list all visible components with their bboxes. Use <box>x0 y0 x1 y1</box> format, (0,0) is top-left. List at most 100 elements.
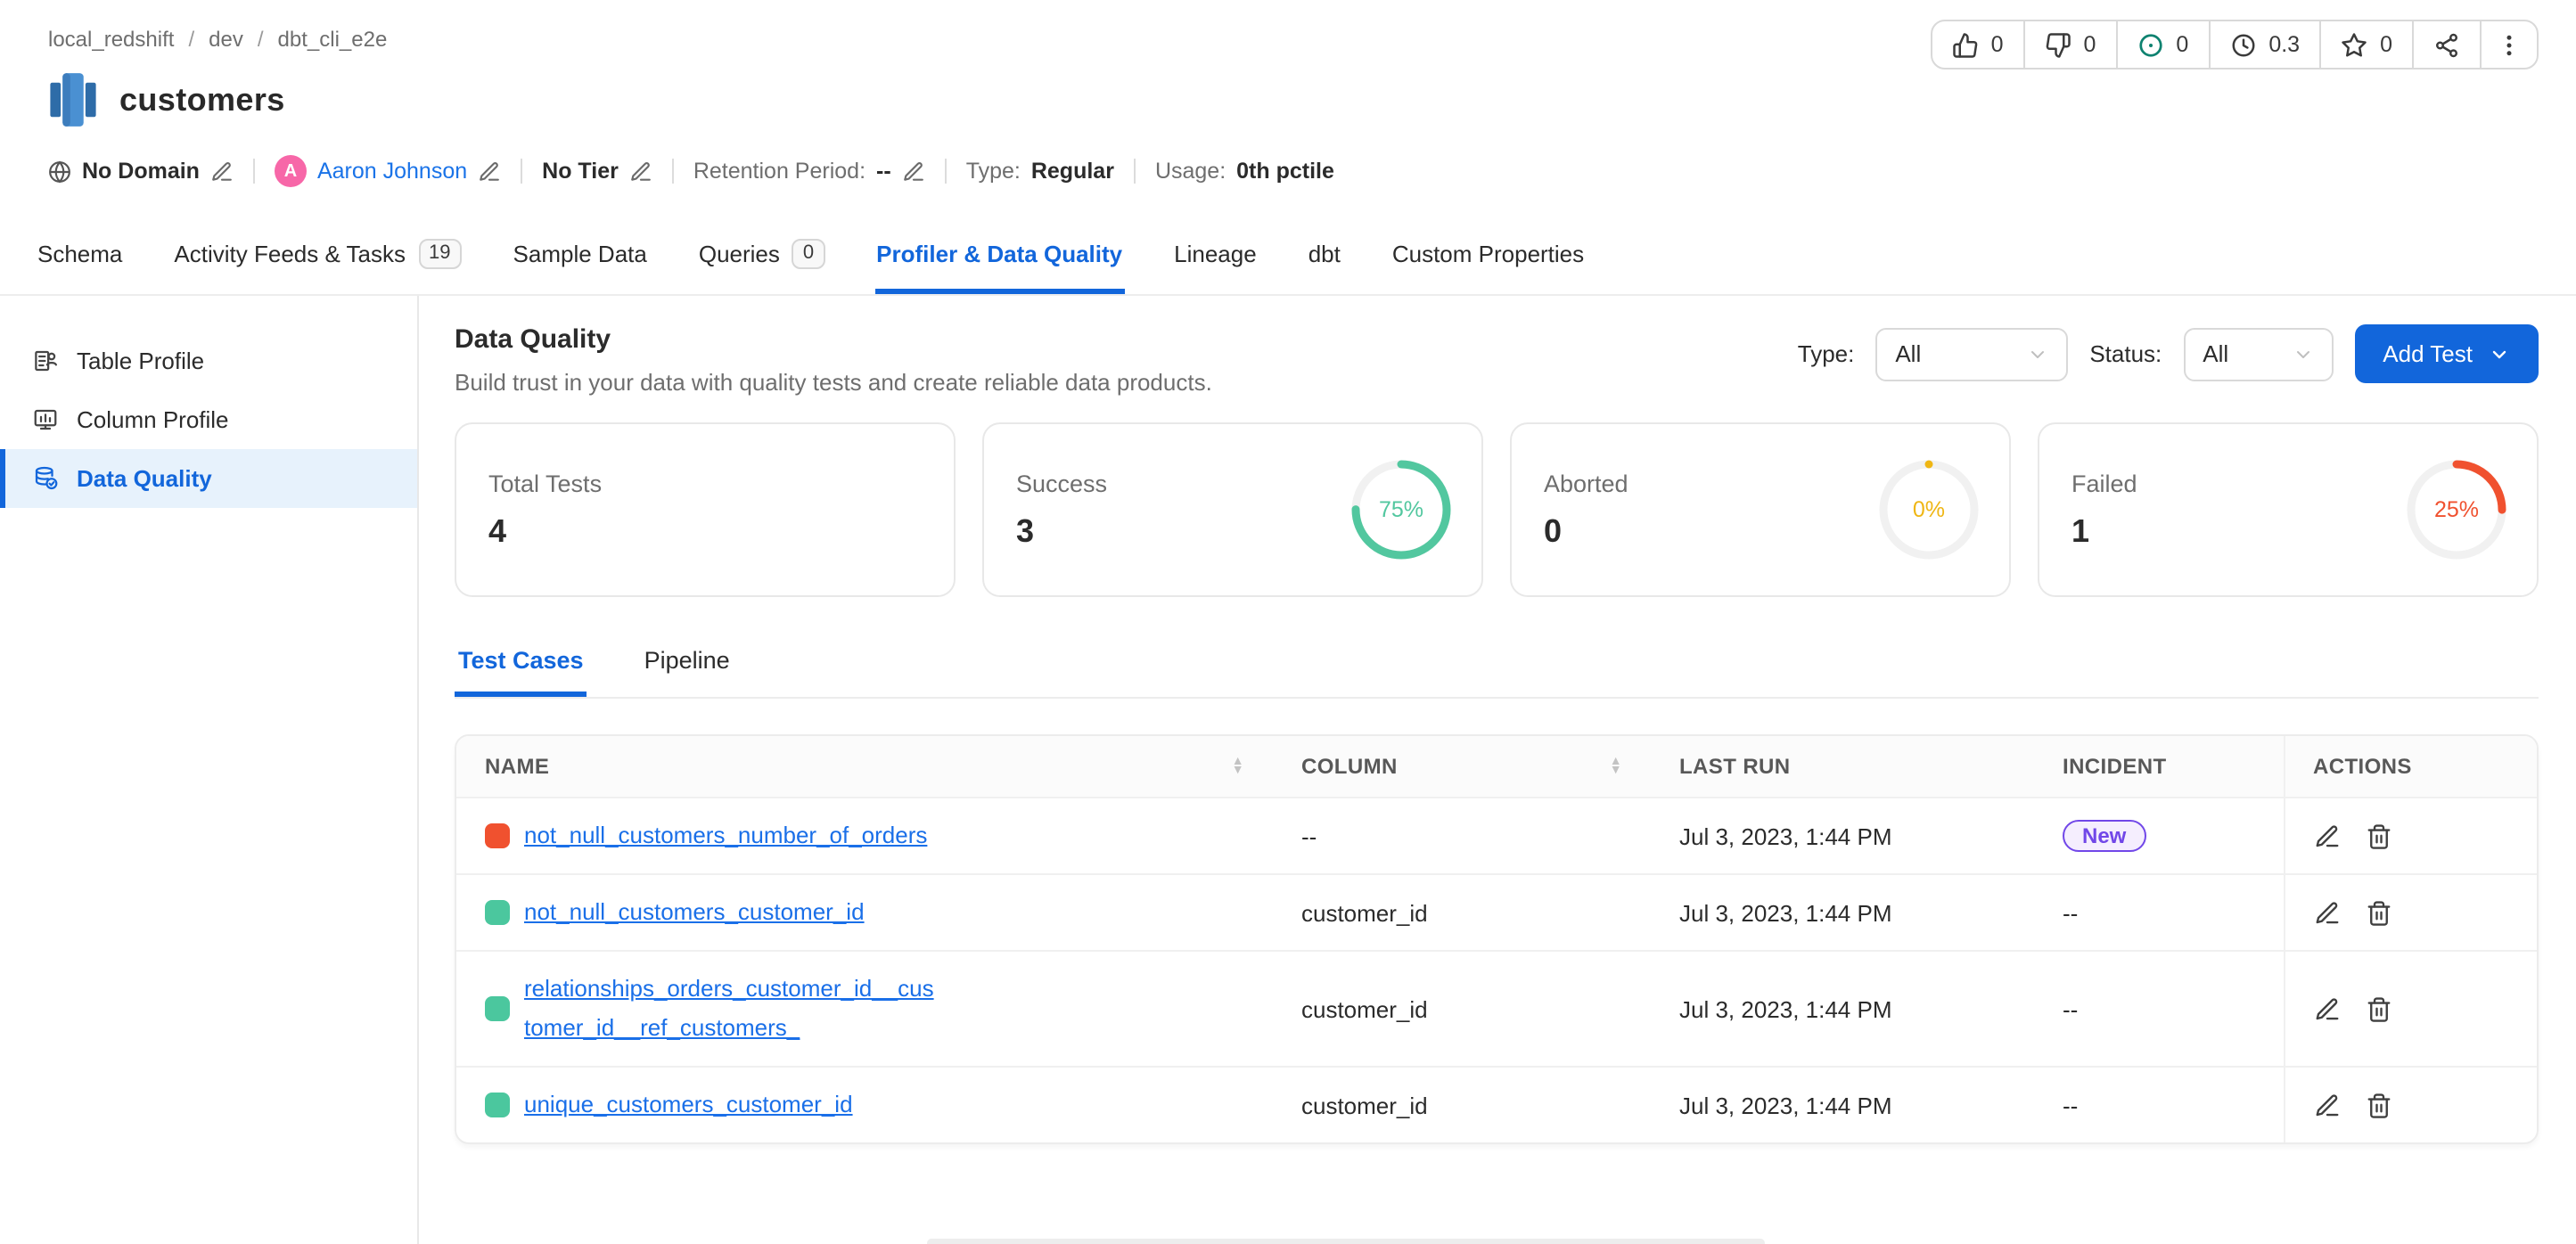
incident-cell: New <box>2034 798 2284 874</box>
tab-schema[interactable]: Schema <box>36 225 124 294</box>
usage-meta: Usage: 0th pctile <box>1155 159 1334 184</box>
tab-test-cases[interactable]: Test Cases <box>455 636 587 697</box>
sidebar-item-data-quality[interactable]: Data Quality <box>0 449 417 508</box>
tab-dbt[interactable]: dbt <box>1307 225 1342 294</box>
meta-divider <box>521 159 522 184</box>
column-header-actions: ACTIONS <box>2284 736 2537 798</box>
activity-count-badge: 19 <box>418 239 462 269</box>
page-title: customers <box>119 81 285 119</box>
data-quality-icon <box>32 465 59 492</box>
task-count: 0 <box>2176 32 2188 57</box>
test-case-link[interactable]: relationships_orders_customer_id__custom… <box>524 970 938 1048</box>
edit-retention-icon[interactable] <box>902 160 925 183</box>
share-icon <box>2433 31 2460 58</box>
add-test-button[interactable]: Add Test <box>2354 324 2539 383</box>
card-value: 4 <box>488 512 954 550</box>
share-button[interactable] <box>2414 21 2482 68</box>
column-header-name[interactable]: NAME ▲▼ <box>456 736 1273 798</box>
edit-domain-icon[interactable] <box>210 160 234 183</box>
entity-meta-row: No Domain A Aaron Johnson No Tier <box>48 153 2539 189</box>
more-options-button[interactable] <box>2482 21 2537 68</box>
sidebar-item-table-profile[interactable]: Table Profile <box>0 331 417 390</box>
status-indicator-success <box>485 1093 510 1117</box>
failed-progress-ring: 25% <box>2405 458 2508 561</box>
delete-icon[interactable] <box>2365 899 2391 926</box>
globe-icon <box>48 160 71 183</box>
sort-icon[interactable]: ▲▼ <box>1232 757 1244 775</box>
table-profile-icon <box>32 348 59 374</box>
status-indicator-success <box>485 996 510 1021</box>
status-indicator-success <box>485 900 510 925</box>
edit-icon[interactable] <box>2313 1092 2340 1118</box>
test-case-link[interactable]: unique_customers_customer_id <box>524 1085 853 1125</box>
profiler-sidebar: Table Profile Column Profile Data Qualit… <box>0 296 419 1244</box>
sidebar-item-label: Table Profile <box>77 348 204 374</box>
incident-badge-new[interactable]: New <box>2063 820 2145 852</box>
type-filter-select[interactable]: All <box>1875 327 2068 381</box>
aborted-progress-ring: 0% <box>1877 458 1981 561</box>
success-progress-ring: 75% <box>1350 458 1453 561</box>
edit-icon[interactable] <box>2313 899 2340 926</box>
usage-value: 0th pctile <box>1236 159 1334 184</box>
column-cell: customer_id <box>1273 951 1651 1067</box>
last-run-cell: Jul 3, 2023, 1:44 PM <box>1651 1067 2034 1142</box>
delete-icon[interactable] <box>2365 823 2391 849</box>
usage-label: Usage: <box>1155 159 1226 184</box>
type-filter-value: All <box>1895 340 1921 367</box>
sidebar-item-column-profile[interactable]: Column Profile <box>0 390 417 449</box>
success-percent: 75% <box>1350 458 1453 561</box>
kebab-menu-icon <box>2496 31 2523 58</box>
last-run-cell: Jul 3, 2023, 1:44 PM <box>1651 798 2034 874</box>
delete-icon[interactable] <box>2365 1092 2391 1118</box>
incident-cell: -- <box>2034 951 2284 1067</box>
status-indicator-failed <box>485 823 510 848</box>
edit-tier-icon[interactable] <box>629 160 652 183</box>
tab-pipeline[interactable]: Pipeline <box>641 636 734 697</box>
failed-card: Failed 1 25% <box>2038 422 2539 597</box>
column-header-column[interactable]: COLUMN ▲▼ <box>1273 736 1651 798</box>
edit-owner-icon[interactable] <box>478 160 501 183</box>
meta-divider <box>945 159 947 184</box>
breadcrumb-database[interactable]: dev <box>209 26 243 51</box>
breadcrumb-schema[interactable]: dbt_cli_e2e <box>278 26 388 51</box>
retention-meta: Retention Period: -- <box>693 159 925 184</box>
total-tests-card: Total Tests 4 <box>455 422 956 597</box>
breadcrumb-separator: / <box>258 26 264 51</box>
retention-value: -- <box>876 159 891 184</box>
test-case-link[interactable]: not_null_customers_number_of_orders <box>524 816 927 855</box>
status-filter-select[interactable]: All <box>2183 327 2333 381</box>
tab-profiler-data-quality[interactable]: Profiler & Data Quality <box>874 225 1124 294</box>
tab-queries[interactable]: Queries0 <box>697 225 826 294</box>
chevron-down-icon <box>2027 343 2048 364</box>
tab-sample-data[interactable]: Sample Data <box>512 225 649 294</box>
upvote-button[interactable]: 0 <box>1932 21 2025 68</box>
tab-activity-feeds[interactable]: Activity Feeds & Tasks19 <box>172 225 463 294</box>
test-case-link[interactable]: not_null_customers_customer_id <box>524 893 865 932</box>
card-label: Total Tests <box>488 470 954 496</box>
sidebar-item-label: Data Quality <box>77 465 212 492</box>
meta-divider <box>672 159 674 184</box>
version-history-button[interactable]: 0.3 <box>2210 21 2321 68</box>
domain-meta: No Domain <box>48 159 234 184</box>
tab-lineage[interactable]: Lineage <box>1172 225 1259 294</box>
open-tasks-button[interactable]: 0 <box>2117 21 2210 68</box>
edit-icon[interactable] <box>2313 823 2340 849</box>
thumbs-up-icon <box>1952 31 1979 58</box>
retention-label: Retention Period: <box>693 159 866 184</box>
tier-label: No Tier <box>542 159 619 184</box>
breadcrumb-service[interactable]: local_redshift <box>48 26 174 51</box>
downvote-button[interactable]: 0 <box>2025 21 2118 68</box>
meta-divider <box>253 159 255 184</box>
star-button[interactable]: 0 <box>2321 21 2414 68</box>
main-area: Table Profile Column Profile Data Qualit… <box>0 296 2576 1244</box>
horizontal-scrollbar[interactable] <box>927 1239 1765 1244</box>
task-circle-icon <box>2137 31 2163 58</box>
edit-icon[interactable] <box>2313 995 2340 1022</box>
tab-custom-properties[interactable]: Custom Properties <box>1391 225 1586 294</box>
owner-meta: A Aaron Johnson <box>275 155 501 187</box>
table-row: not_null_customers_number_of_orders -- J… <box>456 798 2537 874</box>
sort-icon[interactable]: ▲▼ <box>1610 757 1622 775</box>
owner-link[interactable]: Aaron Johnson <box>317 159 467 184</box>
type-meta: Type: Regular <box>966 159 1114 184</box>
delete-icon[interactable] <box>2365 995 2391 1022</box>
